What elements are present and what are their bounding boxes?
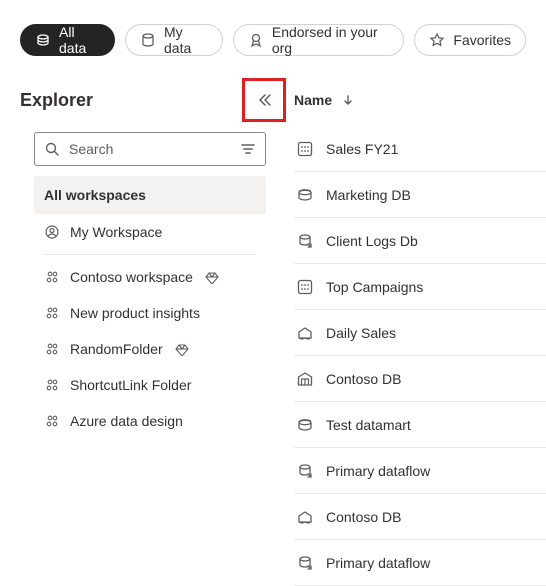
item-label: All workspaces: [44, 187, 146, 203]
filter-icon[interactable]: [240, 141, 256, 157]
data-label: Marketing DB: [326, 187, 411, 203]
workspace-list: All workspaces My Workspace Contoso work…: [20, 176, 280, 439]
lakehouse-icon: [296, 324, 314, 342]
item-label: Azure data design: [70, 413, 183, 429]
lakehouse-icon: [296, 508, 314, 526]
dataflow-icon: [296, 462, 314, 480]
chip-label: All data: [59, 24, 100, 56]
explorer-title: Explorer: [20, 90, 93, 111]
group-icon: [44, 269, 60, 285]
workspace-item[interactable]: Contoso workspace: [34, 259, 266, 295]
search-container: [34, 132, 266, 166]
filter-chips-row: All data My data Endorsed in your org Fa…: [0, 0, 546, 72]
workspace-item[interactable]: New product insights: [34, 295, 266, 331]
person-icon: [44, 224, 60, 240]
data-row[interactable]: Contoso DB: [294, 494, 546, 540]
group-icon: [44, 305, 60, 321]
item-label: RandomFolder: [70, 341, 163, 357]
group-icon: [44, 413, 60, 429]
data-label: Top Campaigns: [326, 279, 423, 295]
group-icon: [44, 341, 60, 357]
data-row[interactable]: Primary dataflow: [294, 448, 546, 494]
data-row[interactable]: Daily Sales: [294, 310, 546, 356]
diamond-icon: [175, 342, 189, 356]
chevrons-left-icon: [256, 92, 272, 108]
workspace-item[interactable]: My Workspace: [34, 214, 266, 250]
chip-favorites[interactable]: Favorites: [414, 24, 526, 56]
dataset-icon: [296, 140, 314, 158]
item-label: ShortcutLink Folder: [70, 377, 191, 393]
data-row[interactable]: Contoso DB: [294, 356, 546, 402]
column-header-name[interactable]: Name: [294, 80, 546, 120]
data-row[interactable]: Marketing DB: [294, 172, 546, 218]
datamart-icon: [296, 416, 314, 434]
data-row[interactable]: Primary dataflow: [294, 540, 546, 586]
column-header-label: Name: [294, 92, 332, 108]
workspace-item[interactable]: RandomFolder: [34, 331, 266, 367]
search-input[interactable]: [34, 132, 266, 166]
collapse-explorer-button[interactable]: [244, 80, 284, 120]
chip-my-data[interactable]: My data: [125, 24, 223, 56]
chip-endorsed[interactable]: Endorsed in your org: [233, 24, 405, 56]
all-workspaces-item[interactable]: All workspaces: [34, 176, 266, 214]
data-label: Sales FY21: [326, 141, 398, 157]
data-label: Primary dataflow: [326, 555, 430, 571]
data-label: Test datamart: [326, 417, 411, 433]
item-label: New product insights: [70, 305, 200, 321]
group-icon: [44, 377, 60, 393]
item-label: Contoso workspace: [70, 269, 193, 285]
datamart-icon: [296, 186, 314, 204]
chip-label: My data: [164, 24, 208, 56]
diamond-icon: [205, 270, 219, 284]
search-icon: [44, 141, 60, 157]
star-icon: [429, 32, 445, 48]
database-icon: [140, 32, 156, 48]
warehouse-icon: [296, 370, 314, 388]
data-label: Contoso DB: [326, 371, 401, 387]
data-label: Primary dataflow: [326, 463, 430, 479]
chip-label: Favorites: [453, 32, 511, 48]
data-list-panel: Name Sales FY21 Marketing DB Client Logs…: [280, 72, 546, 586]
chip-label: Endorsed in your org: [272, 24, 390, 56]
stack-icon: [35, 32, 51, 48]
sort-down-icon: [342, 94, 354, 106]
data-row[interactable]: Sales FY21: [294, 126, 546, 172]
data-label: Daily Sales: [326, 325, 396, 341]
data-row[interactable]: Test datamart: [294, 402, 546, 448]
workspace-item[interactable]: ShortcutLink Folder: [34, 367, 266, 403]
dataflow-icon: [296, 232, 314, 250]
item-label: My Workspace: [70, 224, 162, 240]
explorer-panel: Explorer All workspaces My Workspace C: [20, 72, 280, 439]
workspace-item[interactable]: Azure data design: [34, 403, 266, 439]
chip-all-data[interactable]: All data: [20, 24, 115, 56]
data-label: Client Logs Db: [326, 233, 418, 249]
dataset-icon: [296, 278, 314, 296]
divider: [44, 254, 256, 255]
data-row[interactable]: Top Campaigns: [294, 264, 546, 310]
data-label: Contoso DB: [326, 509, 401, 525]
ribbon-icon: [248, 32, 264, 48]
dataflow-icon: [296, 554, 314, 572]
data-row[interactable]: Client Logs Db: [294, 218, 546, 264]
